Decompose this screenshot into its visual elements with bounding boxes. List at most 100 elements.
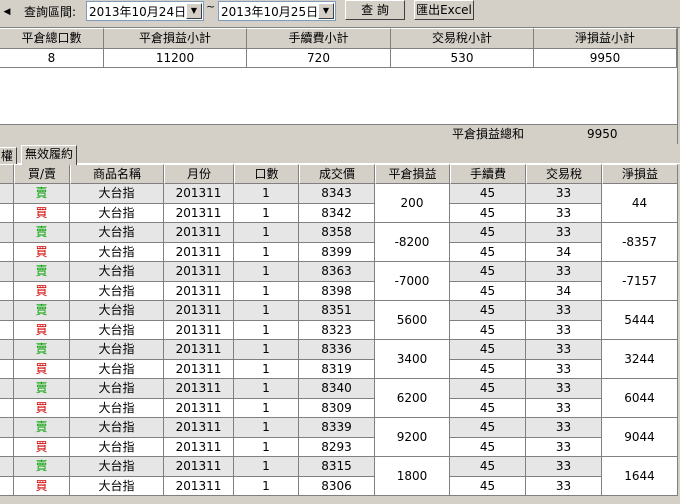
summary-header-cell: 手續費小計 <box>247 28 391 49</box>
col-side[interactable]: 買/賣 <box>14 164 70 184</box>
table-row[interactable]: 賣大台指 201311 1 8351 45 33 <box>0 301 680 321</box>
col-tax[interactable]: 交易稅 <box>526 164 602 184</box>
cell-month: 201311 <box>164 281 234 301</box>
cell-price: 8306 <box>299 476 375 496</box>
cell-product: 大台指 <box>70 184 164 204</box>
cell-tax: 34 <box>526 242 602 262</box>
summary-cell: 8 <box>0 49 104 67</box>
cell-product: 大台指 <box>70 398 164 418</box>
cell-qty: 1 <box>234 223 299 243</box>
cell-net: 3244 <box>602 340 678 379</box>
tab-invalid-exercise[interactable]: 無效履約 <box>21 145 78 165</box>
cell-tax: 33 <box>526 320 602 340</box>
date-to-picker[interactable]: 2013年10月25日 ▼ <box>218 1 336 21</box>
cell-price: 8342 <box>299 203 375 223</box>
cell-tax: 33 <box>526 262 602 282</box>
table-row[interactable]: 賣大台指 201311 1 8340 45 33 <box>0 379 680 399</box>
cell-fee: 45 <box>450 281 526 301</box>
table-row[interactable]: 賣大台指 201311 1 8339 45 33 <box>0 418 680 438</box>
col-month[interactable]: 月份 <box>164 164 234 184</box>
cell-fee: 45 <box>450 398 526 418</box>
summary-row: 8 11200 720 530 9950 <box>0 49 680 68</box>
col-product[interactable]: 商品名稱 <box>70 164 164 184</box>
table-row[interactable]: 賣大台指 201311 1 8358 45 33 <box>0 223 680 243</box>
cell-qty: 1 <box>234 184 299 204</box>
cell-month: 201311 <box>164 223 234 243</box>
cell-month: 201311 <box>164 476 234 496</box>
cell-side: 買 <box>14 203 70 223</box>
cell-net: 44 <box>602 184 678 223</box>
cell-side: 賣 <box>14 223 70 243</box>
table-row[interactable]: 賣大台指 201311 1 8343 45 33 <box>0 184 680 204</box>
tab-settlement[interactable]: 權 <box>0 147 18 164</box>
cell-product: 大台指 <box>70 437 164 457</box>
cell-pnl: 3400 <box>375 340 450 379</box>
cell-price: 8340 <box>299 379 375 399</box>
row-gutter <box>0 359 14 379</box>
cell-side: 買 <box>14 398 70 418</box>
cell-side: 賣 <box>14 418 70 438</box>
cell-fee: 45 <box>450 437 526 457</box>
col-pnl[interactable]: 平倉損益 <box>375 164 450 184</box>
cell-fee: 45 <box>450 242 526 262</box>
cell-price: 8319 <box>299 359 375 379</box>
cell-month: 201311 <box>164 418 234 438</box>
cell-product: 大台指 <box>70 242 164 262</box>
col-fee[interactable]: 手續費 <box>450 164 526 184</box>
col-price[interactable]: 成交價 <box>299 164 375 184</box>
query-button[interactable]: 查 詢 <box>345 0 405 20</box>
chevron-down-icon[interactable]: ▼ <box>318 3 334 19</box>
table-row[interactable]: 賣大台指 201311 1 8336 45 33 <box>0 340 680 360</box>
row-gutter <box>0 242 14 262</box>
cell-qty: 1 <box>234 320 299 340</box>
export-excel-button[interactable]: 匯出Excel <box>414 0 474 20</box>
left-arrow-icon[interactable]: ◀ <box>0 4 14 20</box>
cell-fee: 45 <box>450 301 526 321</box>
table-row[interactable]: 買大台指 201311 1 8309 45 33 <box>0 398 680 418</box>
cell-tax: 33 <box>526 379 602 399</box>
table-row[interactable]: 賣大台指 201311 1 8363 45 33 <box>0 262 680 282</box>
date-from-picker[interactable]: 2013年10月24日 ▼ <box>86 1 204 21</box>
col-qty[interactable]: 口數 <box>234 164 299 184</box>
table-row[interactable]: 賣大台指 201311 1 8315 45 33 <box>0 457 680 477</box>
row-gutter <box>0 437 14 457</box>
table-row[interactable]: 買大台指 201311 1 8342 45 33 <box>0 203 680 223</box>
cell-tax: 33 <box>526 340 602 360</box>
summary-cell: 9950 <box>534 49 677 67</box>
cell-fee: 45 <box>450 340 526 360</box>
col-net[interactable]: 淨損益 <box>602 164 678 184</box>
cell-month: 201311 <box>164 320 234 340</box>
cell-qty: 1 <box>234 418 299 438</box>
summary-total-bar: 平倉損益總和 9950 <box>0 124 680 143</box>
row-gutter <box>0 398 14 418</box>
summary-cell: 11200 <box>104 49 247 67</box>
row-gutter <box>0 340 14 360</box>
cell-product: 大台指 <box>70 203 164 223</box>
cell-pnl: -7000 <box>375 262 450 301</box>
cell-fee: 45 <box>450 379 526 399</box>
table-row[interactable]: 買大台指 201311 1 8323 45 33 <box>0 320 680 340</box>
row-gutter <box>0 262 14 282</box>
detail-grid: 買/賣 商品名稱 月份 口數 成交價 平倉損益 手續費 交易稅 淨損益 賣大台指… <box>0 164 680 504</box>
table-row[interactable]: 買大台指 201311 1 8306 45 33 <box>0 476 680 496</box>
query-range-label: 查詢區間: <box>24 5 77 19</box>
total-value: 9950 <box>587 127 618 141</box>
cell-fee: 45 <box>450 320 526 340</box>
table-row[interactable]: 買大台指 201311 1 8399 45 34 <box>0 242 680 262</box>
table-row[interactable]: 買大台指 201311 1 8293 45 33 <box>0 437 680 457</box>
table-row[interactable]: 買大台指 201311 1 8319 45 33 <box>0 359 680 379</box>
cell-fee: 45 <box>450 223 526 243</box>
row-gutter <box>0 184 14 204</box>
cell-pnl: 200 <box>375 184 450 223</box>
cell-net: -7157 <box>602 262 678 301</box>
chevron-down-icon[interactable]: ▼ <box>186 3 202 19</box>
cell-qty: 1 <box>234 398 299 418</box>
cell-tax: 33 <box>526 476 602 496</box>
table-row[interactable]: 買大台指 201311 1 8398 45 34 <box>0 281 680 301</box>
cell-price: 8336 <box>299 340 375 360</box>
cell-month: 201311 <box>164 301 234 321</box>
cell-month: 201311 <box>164 437 234 457</box>
cell-fee: 45 <box>450 203 526 223</box>
cell-side: 賣 <box>14 457 70 477</box>
cell-side: 買 <box>14 476 70 496</box>
